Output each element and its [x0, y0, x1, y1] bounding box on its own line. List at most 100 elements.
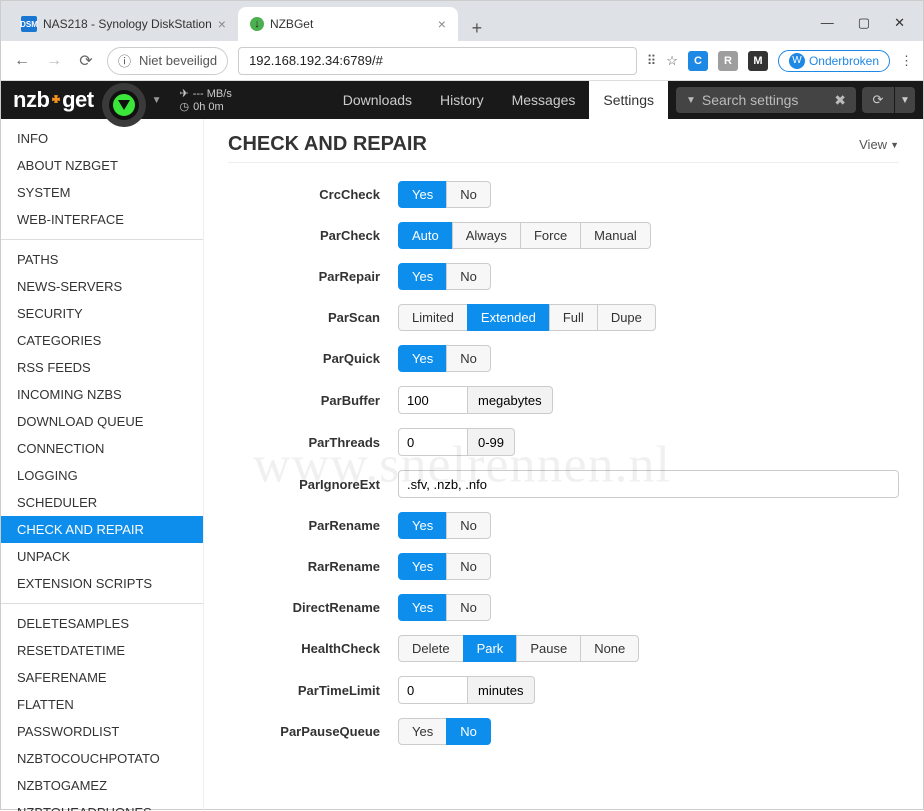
new-tab-button[interactable]: +	[464, 15, 490, 41]
view-dropdown[interactable]: View ▼	[859, 137, 899, 152]
refresh-dropdown[interactable]: ▼	[895, 87, 915, 113]
sidebar-item[interactable]: SCHEDULER	[1, 489, 203, 516]
favicon-nzbget: ↓	[250, 17, 264, 31]
option-group: YesNo	[398, 553, 491, 580]
option-button[interactable]: No	[446, 345, 491, 372]
option-button[interactable]: Extended	[467, 304, 550, 331]
sidebar-item[interactable]: PASSWORDLIST	[1, 718, 203, 745]
option-button[interactable]: Auto	[398, 222, 453, 249]
number-input[interactable]	[398, 428, 468, 456]
window-controls: — ▢ ✕	[821, 15, 915, 41]
option-group: YesNo	[398, 594, 491, 621]
option-button[interactable]: Full	[549, 304, 598, 331]
setting-label: HealthCheck	[228, 641, 398, 656]
sidebar-item[interactable]: NZBTOCOUCHPOTATO	[1, 745, 203, 772]
setting-label: ParTimeLimit	[228, 683, 398, 698]
tab-downloads[interactable]: Downloads	[329, 81, 426, 119]
sidebar-item[interactable]: DOWNLOAD QUEUE	[1, 408, 203, 435]
sidebar-item[interactable]: RSS FEEDS	[1, 354, 203, 381]
chevron-down-icon[interactable]: ▼	[146, 95, 168, 106]
url-input[interactable]: 192.168.192.34:6789/#	[238, 47, 637, 75]
sidebar-item[interactable]: INFO	[1, 125, 203, 152]
chevron-down-icon: ▼	[890, 140, 899, 150]
option-button[interactable]: No	[446, 594, 491, 621]
url-text: 192.168.192.34:6789/#	[249, 53, 383, 68]
close-window-icon[interactable]: ✕	[894, 15, 905, 31]
sidebar-item[interactable]: SYSTEM	[1, 179, 203, 206]
refresh-button[interactable]: ⟳	[862, 87, 894, 113]
sidebar-item[interactable]: FLATTEN	[1, 691, 203, 718]
url-bar[interactable]: ⓘ Niet beveiligd	[107, 47, 228, 75]
number-input[interactable]	[398, 386, 468, 414]
sidebar-item[interactable]: WEB-INTERFACE	[1, 206, 203, 233]
option-button[interactable]: Manual	[580, 222, 651, 249]
info-icon: ⓘ	[118, 51, 131, 70]
option-button[interactable]: No	[446, 181, 491, 208]
option-button[interactable]: No	[446, 263, 491, 290]
option-button[interactable]: Yes	[398, 345, 447, 372]
option-button[interactable]: No	[446, 718, 491, 745]
option-button[interactable]: Yes	[398, 263, 447, 290]
tab-title: NZBGet	[270, 17, 313, 31]
app-logo[interactable]: nzb᛭get	[1, 87, 102, 113]
sidebar-item[interactable]: EXTENSION SCRIPTS	[1, 570, 203, 597]
option-button[interactable]: None	[580, 635, 639, 662]
close-icon[interactable]: ×	[438, 16, 446, 32]
settings-search[interactable]: ▼ Search settings ✖	[676, 87, 856, 113]
sidebar-item[interactable]: CATEGORIES	[1, 327, 203, 354]
option-button[interactable]: Yes	[398, 181, 447, 208]
tab-messages[interactable]: Messages	[498, 81, 590, 119]
forward-button[interactable]: →	[43, 52, 65, 70]
sidebar-item[interactable]: UNPACK	[1, 543, 203, 570]
setting-label: ParThreads	[228, 435, 398, 450]
browser-tab-active[interactable]: ↓ NZBGet ×	[238, 7, 458, 41]
setting-label: DirectRename	[228, 600, 398, 615]
option-button[interactable]: No	[446, 553, 491, 580]
profile-chip[interactable]: W Onderbroken	[778, 50, 890, 72]
option-button[interactable]: Force	[520, 222, 581, 249]
app-header: nzb᛭get ▼ ✈--- MB/s ◷0h 0m Downloads His…	[1, 81, 923, 119]
sidebar-item[interactable]: CHECK AND REPAIR	[1, 516, 203, 543]
kebab-icon[interactable]: ⋮	[900, 53, 913, 69]
sidebar-item[interactable]: PATHS	[1, 246, 203, 273]
option-button[interactable]: Park	[463, 635, 518, 662]
tab-history[interactable]: History	[426, 81, 498, 119]
sidebar-item[interactable]: NZBTOHEADPHONES	[1, 799, 203, 811]
option-button[interactable]: Pause	[516, 635, 581, 662]
option-button[interactable]: Yes	[398, 512, 447, 539]
sidebar-item[interactable]: ABOUT NZBGET	[1, 152, 203, 179]
maximize-icon[interactable]: ▢	[858, 15, 870, 31]
option-button[interactable]: Yes	[398, 718, 447, 745]
sidebar-item[interactable]: SAFERENAME	[1, 664, 203, 691]
sidebar-item[interactable]: SECURITY	[1, 300, 203, 327]
clear-icon[interactable]: ✖	[834, 92, 846, 109]
sidebar-item[interactable]: LOGGING	[1, 462, 203, 489]
sidebar-item[interactable]: NZBTOGAMEZ	[1, 772, 203, 799]
option-button[interactable]: Always	[452, 222, 521, 249]
sidebar-item[interactable]: NEWS-SERVERS	[1, 273, 203, 300]
ext-icon-r[interactable]: R	[718, 51, 738, 71]
close-icon[interactable]: ×	[218, 16, 226, 32]
ext-icon-m[interactable]: M	[748, 51, 768, 71]
number-input[interactable]	[398, 676, 468, 704]
tab-settings[interactable]: Settings	[589, 81, 668, 119]
sidebar-item[interactable]: DELETESAMPLES	[1, 610, 203, 637]
text-input[interactable]	[398, 470, 899, 498]
sidebar-item[interactable]: INCOMING NZBS	[1, 381, 203, 408]
option-button[interactable]: Yes	[398, 553, 447, 580]
option-button[interactable]: Dupe	[597, 304, 656, 331]
option-button[interactable]: No	[446, 512, 491, 539]
reload-button[interactable]: ⟳	[75, 51, 97, 71]
minimize-icon[interactable]: —	[821, 15, 834, 31]
back-button[interactable]: ←	[11, 52, 33, 70]
option-group: DeleteParkPauseNone	[398, 635, 639, 662]
sidebar-item[interactable]: CONNECTION	[1, 435, 203, 462]
browser-tab-inactive[interactable]: DSM NAS218 - Synology DiskStation ×	[9, 7, 238, 41]
option-button[interactable]: Yes	[398, 594, 447, 621]
bookmark-icon[interactable]: ☆	[666, 53, 678, 69]
ext-icon-c[interactable]: C	[688, 51, 708, 71]
sidebar-item[interactable]: RESETDATETIME	[1, 637, 203, 664]
option-button[interactable]: Limited	[398, 304, 468, 331]
option-button[interactable]: Delete	[398, 635, 464, 662]
translate-icon[interactable]: ⠿	[647, 53, 657, 69]
